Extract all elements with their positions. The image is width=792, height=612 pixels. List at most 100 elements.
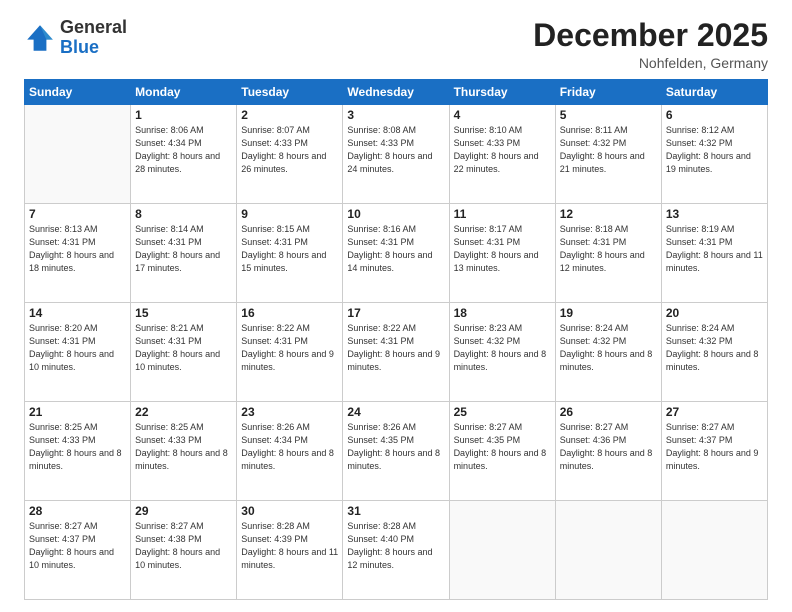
day-info: Sunrise: 8:12 AM Sunset: 4:32 PM Dayligh… [666, 124, 763, 176]
day-number: 17 [347, 306, 444, 320]
col-header-saturday: Saturday [661, 80, 767, 105]
week-row-0: 1 Sunrise: 8:06 AM Sunset: 4:34 PM Daylig… [25, 105, 768, 204]
day-cell: 11 Sunrise: 8:17 AM Sunset: 4:31 PM Dayli… [449, 204, 555, 303]
day-info: Sunrise: 8:24 AM Sunset: 4:32 PM Dayligh… [666, 322, 763, 374]
day-info: Sunrise: 8:19 AM Sunset: 4:31 PM Dayligh… [666, 223, 763, 275]
day-number: 31 [347, 504, 444, 518]
day-cell: 29Sunrise: 8:27 AM Sunset: 4:38 PM Dayli… [131, 501, 237, 600]
day-info: Sunrise: 8:22 AM Sunset: 4:31 PM Dayligh… [347, 322, 444, 374]
calendar: SundayMondayTuesdayWednesdayThursdayFrid… [24, 79, 768, 600]
day-cell: 17 Sunrise: 8:22 AM Sunset: 4:31 PM Dayli… [343, 303, 449, 402]
day-info: Sunrise: 8:16 AM Sunset: 4:31 PM Dayligh… [347, 223, 444, 275]
day-number: 14 [29, 306, 126, 320]
col-header-thursday: Thursday [449, 80, 555, 105]
day-cell: 27 Sunrise: 8:27 AM Sunset: 4:37 PM Dayli… [661, 402, 767, 501]
day-number: 16 [241, 306, 338, 320]
day-info: Sunrise: 8:23 AM Sunset: 4:32 PM Dayligh… [454, 322, 551, 374]
logo-general-text: General [60, 17, 127, 37]
day-cell: 9 Sunrise: 8:15 AM Sunset: 4:31 PM Daylig… [237, 204, 343, 303]
day-number: 25 [454, 405, 551, 419]
day-cell: 3 Sunrise: 8:08 AM Sunset: 4:33 PM Daylig… [343, 105, 449, 204]
day-number: 27 [666, 405, 763, 419]
day-cell: 10 Sunrise: 8:16 AM Sunset: 4:31 PM Dayli… [343, 204, 449, 303]
month-title: December 2025 [533, 18, 768, 53]
day-number: 5 [560, 108, 657, 122]
day-info: Sunrise: 8:27 AM Sunset: 4:37 PM Dayligh… [666, 421, 763, 473]
col-header-monday: Monday [131, 80, 237, 105]
day-info: Sunrise: 8:28 AM Sunset: 4:39 PM Dayligh… [241, 520, 338, 572]
col-header-sunday: Sunday [25, 80, 131, 105]
logo-icon [24, 22, 56, 54]
day-number: 7 [29, 207, 126, 221]
day-number: 22 [135, 405, 232, 419]
page: General Blue December 2025 Nohfelden, Ge… [0, 0, 792, 612]
logo: General Blue [24, 18, 127, 58]
day-info: Sunrise: 8:25 AM Sunset: 4:33 PM Dayligh… [29, 421, 126, 473]
day-cell: 12 Sunrise: 8:18 AM Sunset: 4:31 PM Dayli… [555, 204, 661, 303]
day-cell: 21 Sunrise: 8:25 AM Sunset: 4:33 PM Dayli… [25, 402, 131, 501]
day-cell: 14Sunrise: 8:20 AM Sunset: 4:31 PM Dayli… [25, 303, 131, 402]
day-number: 3 [347, 108, 444, 122]
day-number: 12 [560, 207, 657, 221]
day-cell: 4Sunrise: 8:10 AM Sunset: 4:33 PM Daylig… [449, 105, 555, 204]
day-info: Sunrise: 8:22 AM Sunset: 4:31 PM Dayligh… [241, 322, 338, 374]
day-cell: 15Sunrise: 8:21 AM Sunset: 4:31 PM Dayli… [131, 303, 237, 402]
day-number: 18 [454, 306, 551, 320]
day-info: Sunrise: 8:27 AM Sunset: 4:36 PM Dayligh… [560, 421, 657, 473]
day-number: 4 [454, 108, 551, 122]
day-cell: 30 Sunrise: 8:28 AM Sunset: 4:39 PM Dayli… [237, 501, 343, 600]
day-number: 24 [347, 405, 444, 419]
day-info: Sunrise: 8:27 AM Sunset: 4:35 PM Dayligh… [454, 421, 551, 473]
header-row: SundayMondayTuesdayWednesdayThursdayFrid… [25, 80, 768, 105]
day-cell [555, 501, 661, 600]
logo-text: General Blue [60, 18, 127, 58]
day-info: Sunrise: 8:26 AM Sunset: 4:34 PM Dayligh… [241, 421, 338, 473]
day-info: Sunrise: 8:27 AM Sunset: 4:37 PM Dayligh… [29, 520, 126, 572]
day-number: 2 [241, 108, 338, 122]
day-info: Sunrise: 8:13 AM Sunset: 4:31 PM Dayligh… [29, 223, 126, 275]
day-cell: 25 Sunrise: 8:27 AM Sunset: 4:35 PM Dayli… [449, 402, 555, 501]
day-number: 1 [135, 108, 232, 122]
day-cell: 18 Sunrise: 8:23 AM Sunset: 4:32 PM Dayli… [449, 303, 555, 402]
day-cell [25, 105, 131, 204]
day-info: Sunrise: 8:18 AM Sunset: 4:31 PM Dayligh… [560, 223, 657, 275]
day-number: 11 [454, 207, 551, 221]
day-number: 28 [29, 504, 126, 518]
day-cell: 20 Sunrise: 8:24 AM Sunset: 4:32 PM Dayli… [661, 303, 767, 402]
day-info: Sunrise: 8:06 AM Sunset: 4:34 PM Dayligh… [135, 124, 232, 176]
day-info: Sunrise: 8:26 AM Sunset: 4:35 PM Dayligh… [347, 421, 444, 473]
day-info: Sunrise: 8:14 AM Sunset: 4:31 PM Dayligh… [135, 223, 232, 275]
day-number: 30 [241, 504, 338, 518]
day-info: Sunrise: 8:15 AM Sunset: 4:31 PM Dayligh… [241, 223, 338, 275]
day-number: 13 [666, 207, 763, 221]
day-cell: 24 Sunrise: 8:26 AM Sunset: 4:35 PM Dayli… [343, 402, 449, 501]
day-cell: 19 Sunrise: 8:24 AM Sunset: 4:32 PM Dayli… [555, 303, 661, 402]
location: Nohfelden, Germany [533, 55, 768, 71]
day-number: 21 [29, 405, 126, 419]
day-cell: 31 Sunrise: 8:28 AM Sunset: 4:40 PM Dayli… [343, 501, 449, 600]
day-info: Sunrise: 8:25 AM Sunset: 4:33 PM Dayligh… [135, 421, 232, 473]
day-cell: 23 Sunrise: 8:26 AM Sunset: 4:34 PM Dayli… [237, 402, 343, 501]
day-number: 26 [560, 405, 657, 419]
day-number: 20 [666, 306, 763, 320]
day-cell [661, 501, 767, 600]
day-cell: 22 Sunrise: 8:25 AM Sunset: 4:33 PM Dayli… [131, 402, 237, 501]
day-number: 9 [241, 207, 338, 221]
day-info: Sunrise: 8:28 AM Sunset: 4:40 PM Dayligh… [347, 520, 444, 572]
day-info: Sunrise: 8:17 AM Sunset: 4:31 PM Dayligh… [454, 223, 551, 275]
day-info: Sunrise: 8:24 AM Sunset: 4:32 PM Dayligh… [560, 322, 657, 374]
day-number: 10 [347, 207, 444, 221]
title-block: December 2025 Nohfelden, Germany [533, 18, 768, 71]
logo-blue-text: Blue [60, 37, 99, 57]
day-number: 8 [135, 207, 232, 221]
header: General Blue December 2025 Nohfelden, Ge… [24, 18, 768, 71]
day-number: 23 [241, 405, 338, 419]
day-info: Sunrise: 8:07 AM Sunset: 4:33 PM Dayligh… [241, 124, 338, 176]
day-info: Sunrise: 8:08 AM Sunset: 4:33 PM Dayligh… [347, 124, 444, 176]
day-number: 15 [135, 306, 232, 320]
day-info: Sunrise: 8:11 AM Sunset: 4:32 PM Dayligh… [560, 124, 657, 176]
day-number: 29 [135, 504, 232, 518]
day-cell [449, 501, 555, 600]
week-row-4: 28 Sunrise: 8:27 AM Sunset: 4:37 PM Dayli… [25, 501, 768, 600]
day-number: 19 [560, 306, 657, 320]
